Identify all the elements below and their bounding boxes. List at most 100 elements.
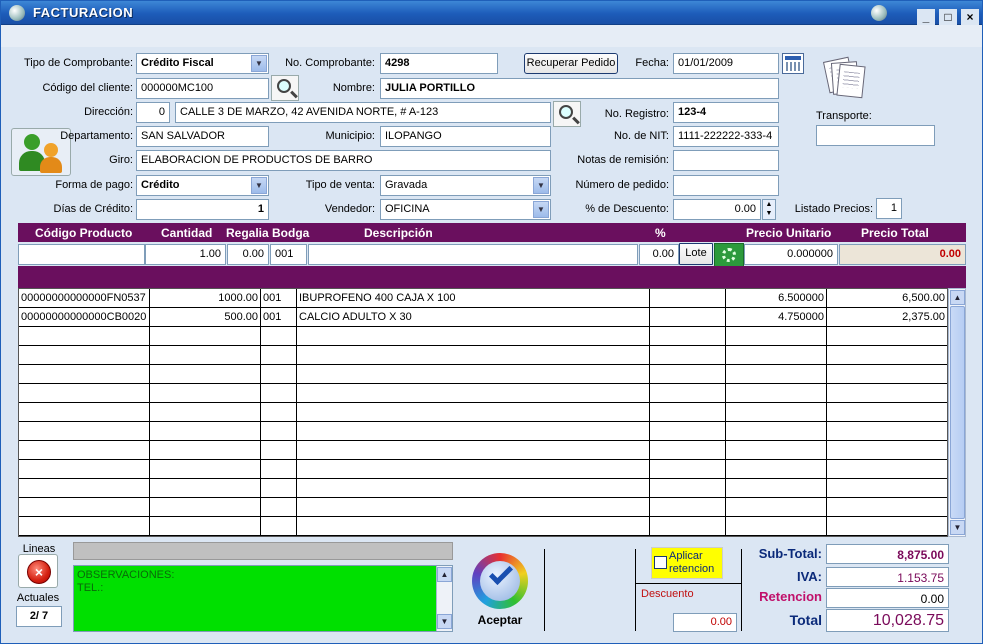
table-cell	[261, 517, 297, 536]
cell-cantidad: 500.00	[150, 308, 261, 327]
window-icon[interactable]	[9, 5, 25, 21]
window-menu-icon[interactable]	[871, 5, 887, 21]
table-row[interactable]	[19, 517, 947, 536]
forma-pago-select[interactable]: Crédito ▼	[136, 175, 269, 196]
no-comprobante-field[interactable]: 4298	[380, 53, 498, 74]
notas-remision-field[interactable]	[673, 150, 779, 171]
search-icon	[559, 105, 573, 119]
recuperar-pedido-button[interactable]: Recuperar Pedido	[524, 53, 618, 74]
scroll-up-icon[interactable]: ▲	[950, 290, 965, 305]
vendedor-select[interactable]: OFICINA ▼	[380, 199, 551, 220]
no-registro-field[interactable]: 123-4	[673, 102, 779, 123]
search-direccion-button[interactable]	[553, 101, 581, 127]
entry-precio-unitario-field[interactable]: 0.000000	[744, 244, 838, 265]
tipo-comprobante-value: Crédito Fiscal	[141, 57, 214, 69]
subtotal-label: Sub-Total:	[758, 546, 822, 561]
table-cell	[19, 517, 150, 536]
entry-descripcion-field[interactable]	[308, 244, 638, 265]
table-row[interactable]	[19, 365, 947, 384]
table-cell	[650, 346, 726, 365]
transporte-field[interactable]	[816, 125, 935, 146]
fecha-field[interactable]: 01/01/2009	[673, 53, 779, 74]
line-counter: 2/ 7	[16, 606, 62, 627]
entry-pct-field[interactable]: 0.00	[639, 244, 679, 265]
chevron-down-icon[interactable]: ▼	[533, 177, 549, 194]
scroll-down-icon[interactable]: ▼	[437, 614, 452, 629]
col-codigo-producto: Código Producto	[35, 226, 133, 240]
col-precio-total: Precio Total	[861, 226, 929, 240]
calendar-icon[interactable]	[782, 53, 804, 74]
table-row[interactable]: 00000000000000CB0020 500.00 001 CALCIO A…	[19, 308, 947, 327]
descuento-pct-field[interactable]: 0.00	[673, 199, 761, 220]
table-cell	[261, 327, 297, 346]
retencion-field: 0.00	[826, 588, 949, 608]
cell-precio-unitario: 6.500000	[726, 289, 827, 308]
tipo-venta-select[interactable]: Gravada ▼	[380, 175, 551, 196]
no-nit-field[interactable]: 1111-222222-333-4	[673, 126, 779, 147]
minimize-button[interactable]: _	[917, 9, 935, 25]
direccion-num-field[interactable]: 0	[136, 102, 170, 123]
codigo-cliente-field[interactable]: 000000MC100	[136, 78, 269, 99]
listado-precios-field[interactable]: 1	[876, 198, 902, 219]
giro-field[interactable]: ELABORACION DE PRODUCTOS DE BARRO	[136, 150, 551, 171]
entry-cantidad-field[interactable]: 1.00	[145, 244, 226, 265]
aplicar-retencion-checkbox[interactable]	[654, 556, 667, 569]
scroll-down-icon[interactable]: ▼	[950, 520, 965, 535]
descuento-spinner[interactable]: ▲ ▼	[762, 199, 776, 220]
table-cell	[726, 403, 827, 422]
table-cell	[150, 327, 261, 346]
observaciones-textarea[interactable]: OBSERVACIONES: TEL.: ▲ ▼	[73, 565, 453, 632]
table-row[interactable]	[19, 422, 947, 441]
table-cell	[261, 441, 297, 460]
refresh-icon[interactable]	[714, 243, 744, 267]
cell-precio-unitario: 4.750000	[726, 308, 827, 327]
chevron-down-icon[interactable]: ▼	[251, 55, 267, 72]
table-row[interactable]	[19, 441, 947, 460]
table-cell	[827, 479, 947, 498]
table-scrollbar[interactable]: ▲ ▼	[948, 288, 966, 537]
delete-line-button[interactable]: ×	[18, 554, 58, 588]
descuento-field[interactable]: 0.00	[673, 613, 737, 632]
table-row[interactable]	[19, 384, 947, 403]
table-row[interactable]	[19, 479, 947, 498]
dias-credito-field[interactable]: 1	[136, 199, 269, 220]
chevron-down-icon[interactable]: ▼	[251, 177, 267, 194]
entry-codigo-field[interactable]	[18, 244, 145, 265]
departamento-field[interactable]: SAN SALVADOR	[136, 126, 269, 147]
table-cell	[261, 479, 297, 498]
table-cell	[297, 346, 650, 365]
aceptar-label[interactable]: Aceptar	[467, 613, 533, 627]
numero-pedido-field[interactable]	[673, 175, 779, 196]
entry-regalia-field[interactable]: 0.00	[227, 244, 269, 265]
search-cliente-button[interactable]	[271, 75, 299, 101]
cell-precio-total: 6,500.00	[827, 289, 947, 308]
scroll-up-icon[interactable]: ▲	[437, 567, 452, 582]
col-pct: %	[655, 226, 666, 240]
aplicar-retencion-toggle[interactable]: Aplicar retencion	[651, 547, 723, 579]
lote-button[interactable]: Lote	[679, 243, 713, 265]
municipio-field[interactable]: ILOPANGO	[380, 126, 551, 147]
delete-icon: ×	[27, 560, 51, 584]
documents-icon[interactable]	[822, 56, 866, 99]
entry-bodega-field[interactable]: 001	[270, 244, 307, 265]
maximize-button[interactable]: □	[939, 9, 957, 25]
window-title: FACTURACION	[33, 5, 134, 20]
tipo-comprobante-select[interactable]: Crédito Fiscal ▼	[136, 53, 269, 74]
table-row[interactable]	[19, 460, 947, 479]
scroll-thumb[interactable]	[950, 306, 965, 519]
direccion-field[interactable]: CALLE 3 DE MARZO, 42 AVENIDA NORTE, # A-…	[175, 102, 551, 123]
table-cell	[827, 460, 947, 479]
table-row[interactable]	[19, 327, 947, 346]
table-row[interactable]	[19, 403, 947, 422]
aceptar-button[interactable]	[469, 551, 531, 609]
observaciones-scrollbar[interactable]: ▲ ▼	[436, 566, 452, 631]
nombre-field[interactable]: JULIA PORTILLO	[380, 78, 779, 99]
chevron-down-icon[interactable]: ▼	[533, 201, 549, 218]
table-cell	[650, 365, 726, 384]
table-row[interactable]	[19, 346, 947, 365]
table-row[interactable]	[19, 498, 947, 517]
table-row[interactable]: 00000000000000FN0537 1000.00 001 IBUPROF…	[19, 289, 947, 308]
search-icon	[277, 79, 291, 93]
close-button[interactable]: ×	[961, 9, 979, 25]
iva-label: IVA:	[796, 569, 822, 584]
